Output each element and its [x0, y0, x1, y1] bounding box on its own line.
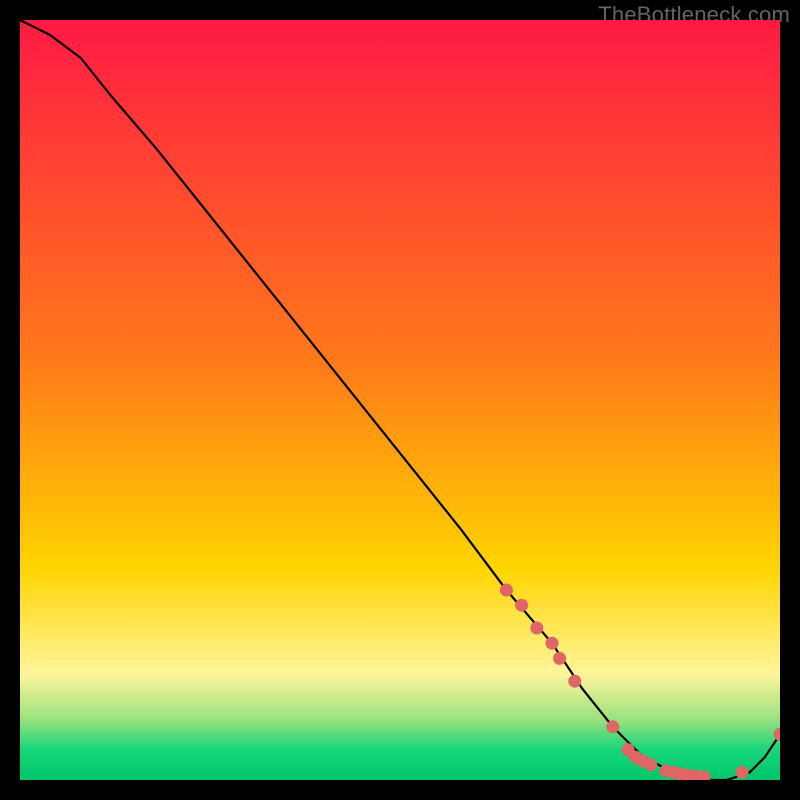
- data-marker: [500, 584, 513, 597]
- data-marker: [568, 675, 581, 688]
- plot-area: [20, 20, 780, 780]
- data-marker: [553, 652, 566, 665]
- data-marker: [606, 720, 619, 733]
- data-marker: [530, 622, 543, 635]
- data-marker: [644, 758, 657, 771]
- data-marker: [736, 766, 749, 779]
- data-marker: [515, 599, 528, 612]
- chart-frame: TheBottleneck.com: [0, 0, 800, 800]
- data-marker: [546, 637, 559, 650]
- gradient-background: [20, 20, 780, 780]
- chart-svg: [20, 20, 780, 780]
